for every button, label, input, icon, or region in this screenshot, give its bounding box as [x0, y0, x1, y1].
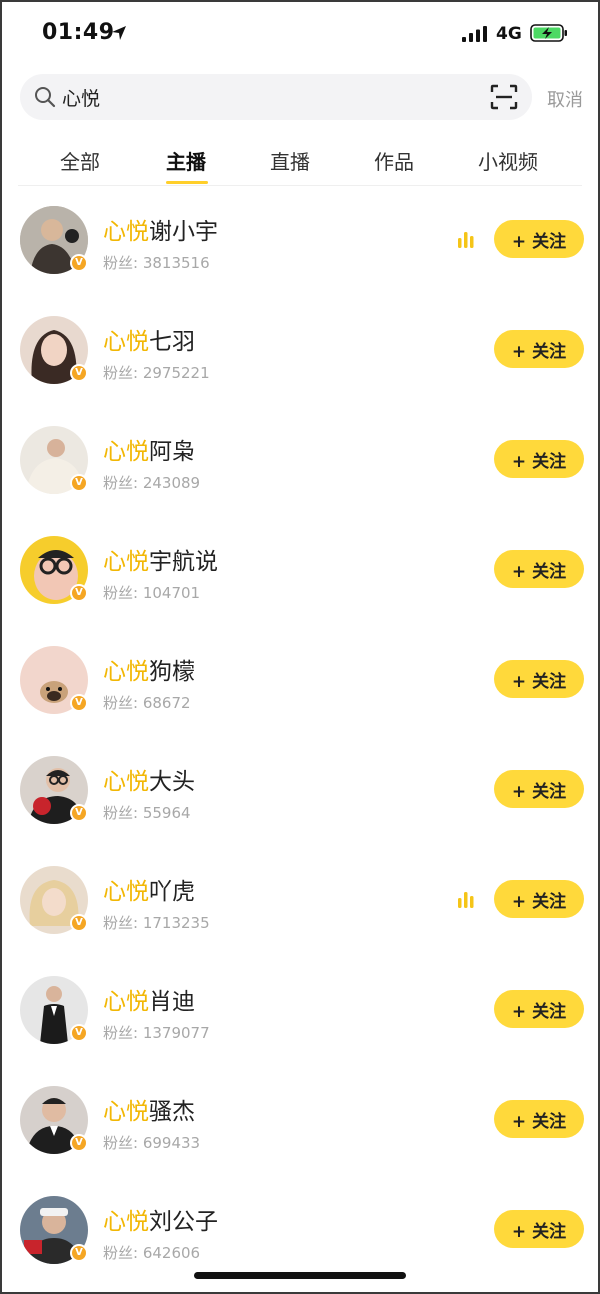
verified-badge-icon: V: [70, 1134, 88, 1152]
anchor-name[interactable]: 心悦宇航说: [103, 542, 218, 576]
list-item[interactable]: V 心悦肖迪 粉丝: 1379077 + 关注: [0, 976, 600, 1086]
follow-button[interactable]: + 关注: [494, 990, 584, 1028]
tab-short-video[interactable]: 小视频: [478, 146, 538, 175]
verified-badge-icon: V: [70, 584, 88, 602]
search-tabs: 全部 主播 直播 作品 小视频: [18, 138, 582, 186]
tab-works[interactable]: 作品: [374, 146, 414, 175]
list-item[interactable]: V 心悦阿枭 粉丝: 243089 + 关注: [0, 426, 600, 536]
verified-badge-icon: V: [70, 364, 88, 382]
anchor-name[interactable]: 心悦骚杰: [103, 1092, 195, 1126]
fans-count: 粉丝: 1713235: [103, 914, 210, 932]
follow-button[interactable]: + 关注: [494, 660, 584, 698]
search-bar[interactable]: [20, 74, 532, 120]
anchor-name[interactable]: 心悦狗檬: [103, 652, 195, 686]
anchor-name[interactable]: 心悦谢小宇: [103, 212, 218, 246]
anchor-name[interactable]: 心悦刘公子: [103, 1202, 218, 1236]
tab-live[interactable]: 直播: [270, 146, 310, 175]
list-item[interactable]: V 心悦骚杰 粉丝: 699433 + 关注: [0, 1086, 600, 1196]
scan-icon[interactable]: [490, 84, 518, 110]
list-item[interactable]: V 心悦大头 粉丝: 55964 + 关注: [0, 756, 600, 866]
verified-badge-icon: V: [70, 474, 88, 492]
tab-all[interactable]: 全部: [60, 146, 100, 175]
follow-button[interactable]: + 关注: [494, 1100, 584, 1138]
fans-count: 粉丝: 3813516: [103, 254, 210, 272]
network-type: 4G: [496, 24, 522, 44]
anchor-name[interactable]: 心悦七羽: [103, 322, 195, 356]
list-item[interactable]: V 心悦狗檬 粉丝: 68672 + 关注: [0, 646, 600, 756]
fans-count: 粉丝: 699433: [103, 1134, 201, 1152]
fans-count: 粉丝: 243089: [103, 474, 201, 492]
follow-button[interactable]: + 关注: [494, 220, 584, 258]
verified-badge-icon: V: [70, 1244, 88, 1262]
battery-charging-icon: [530, 24, 567, 42]
follow-button[interactable]: + 关注: [494, 880, 584, 918]
fans-count: 粉丝: 2975221: [103, 364, 210, 382]
status-time: 01:49: [42, 20, 115, 45]
home-indicator[interactable]: [194, 1272, 406, 1279]
tab-anchor[interactable]: 主播: [166, 146, 206, 175]
live-audio-icon: [458, 232, 474, 248]
live-audio-icon: [458, 892, 474, 908]
search-icon: [35, 87, 56, 108]
list-item[interactable]: V 心悦吖虎 粉丝: 1713235 + 关注: [0, 866, 600, 976]
anchor-name[interactable]: 心悦肖迪: [103, 982, 195, 1016]
list-item[interactable]: V 心悦刘公子 粉丝: 642606 + 关注: [0, 1196, 600, 1294]
fans-count: 粉丝: 104701: [103, 584, 201, 602]
follow-button[interactable]: + 关注: [494, 330, 584, 368]
active-tab-indicator: [166, 181, 208, 184]
follow-button[interactable]: + 关注: [494, 550, 584, 588]
verified-badge-icon: V: [70, 914, 88, 932]
anchor-name[interactable]: 心悦吖虎: [103, 872, 195, 906]
follow-button[interactable]: + 关注: [494, 1210, 584, 1248]
anchor-name[interactable]: 心悦阿枭: [103, 432, 195, 466]
verified-badge-icon: V: [70, 694, 88, 712]
anchor-name[interactable]: 心悦大头: [103, 762, 195, 796]
fans-count: 粉丝: 68672: [103, 694, 191, 712]
fans-count: 粉丝: 1379077: [103, 1024, 210, 1042]
verified-badge-icon: V: [70, 804, 88, 822]
cancel-button[interactable]: 取消: [547, 86, 583, 112]
fans-count: 粉丝: 642606: [103, 1244, 201, 1262]
verified-badge-icon: V: [70, 254, 88, 272]
list-item[interactable]: V 心悦七羽 粉丝: 2975221 + 关注: [0, 316, 600, 426]
list-item[interactable]: V 心悦谢小宇 粉丝: 3813516 + 关注: [0, 206, 600, 316]
follow-button[interactable]: + 关注: [494, 440, 584, 478]
verified-badge-icon: V: [70, 1024, 88, 1042]
location-arrow-icon: [112, 26, 126, 40]
follow-button[interactable]: + 关注: [494, 770, 584, 808]
list-item[interactable]: V 心悦宇航说 粉丝: 104701 + 关注: [0, 536, 600, 646]
cellular-signal-icon: [462, 26, 487, 42]
fans-count: 粉丝: 55964: [103, 804, 191, 822]
search-input[interactable]: [62, 83, 462, 111]
status-bar: 01:49 4G: [0, 0, 600, 66]
